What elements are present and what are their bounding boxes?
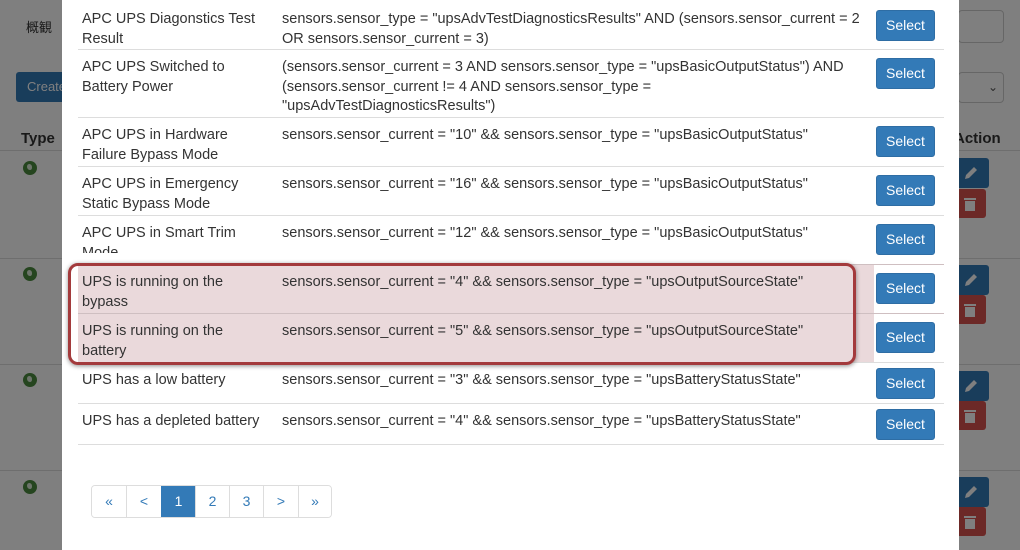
rule-name: APC UPS in Emergency Static Bypass Mode (78, 166, 278, 216)
rule-name: APC UPS in Smart Trim Mode (82, 225, 236, 253)
pagination: « < 1 2 3 > » (91, 485, 332, 518)
rule-condition: sensors.sensor_type = "upsAdvTestDiagnos… (282, 11, 860, 47)
rule-condition: sensors.sensor_current = "4" && sensors.… (278, 264, 874, 314)
select-button[interactable]: Select (876, 273, 935, 304)
table-row: UPS is running on the bypass sensors.sen… (78, 264, 944, 314)
rule-condition: sensors.sensor_current = "16" && sensors… (278, 166, 874, 216)
table-row: UPS has a depleted battery sensors.senso… (78, 403, 944, 445)
rule-condition: (sensors.sensor_current = 3 AND sensors.… (278, 49, 874, 118)
table-row: APC UPS in Hardware Failure Bypass Mode … (78, 117, 944, 167)
next-page-button[interactable]: > (263, 486, 298, 517)
table-row: UPS has a low battery sensors.sensor_cur… (78, 362, 944, 404)
table-row: APC UPS in Smart Trim Mode sensors.senso… (78, 215, 944, 265)
page-1-button[interactable]: 1 (161, 486, 195, 517)
select-button[interactable]: Select (876, 409, 935, 440)
rule-name: APC UPS in Hardware Failure Bypass Mode (78, 117, 278, 167)
rule-name: UPS has a depleted battery (78, 403, 278, 445)
select-button[interactable]: Select (876, 224, 935, 255)
rule-name: UPS has a low battery (78, 362, 278, 404)
rule-condition: sensors.sensor_current = "10" && sensors… (278, 117, 874, 167)
select-button[interactable]: Select (876, 175, 935, 206)
select-button[interactable]: Select (876, 10, 935, 41)
rule-name: APC UPS Diagonstics Test Result (82, 11, 255, 47)
page-2-button[interactable]: 2 (195, 486, 229, 517)
prev-page-button[interactable]: < (126, 486, 161, 517)
rule-name: UPS is running on the bypass (78, 264, 278, 314)
page-3-button[interactable]: 3 (229, 486, 263, 517)
rule-name: APC UPS Switched to Battery Power (78, 49, 278, 118)
table-row: APC UPS Diagonstics Test Result sensors.… (78, 0, 944, 50)
rule-name: UPS is running on the battery (78, 313, 278, 363)
select-button[interactable]: Select (876, 58, 935, 89)
rule-condition: sensors.sensor_current = "4" && sensors.… (278, 403, 874, 445)
rule-select-modal: APC UPS Diagonstics Test Result sensors.… (62, 0, 959, 550)
select-button[interactable]: Select (876, 368, 935, 399)
rule-condition: sensors.sensor_current = "3" && sensors.… (278, 362, 874, 404)
table-row: APC UPS Switched to Battery Power (senso… (78, 49, 944, 118)
rule-condition: sensors.sensor_current = "5" && sensors.… (278, 313, 874, 363)
rule-condition: sensors.sensor_current = "12" && sensors… (278, 215, 874, 265)
select-button[interactable]: Select (876, 126, 935, 157)
table-row: APC UPS in Emergency Static Bypass Mode … (78, 166, 944, 216)
last-page-button[interactable]: » (298, 486, 331, 517)
select-button[interactable]: Select (876, 322, 935, 353)
rules-table: APC UPS Diagonstics Test Result sensors.… (78, 0, 944, 445)
first-page-button[interactable]: « (92, 486, 126, 517)
table-row: UPS is running on the battery sensors.se… (78, 313, 944, 363)
